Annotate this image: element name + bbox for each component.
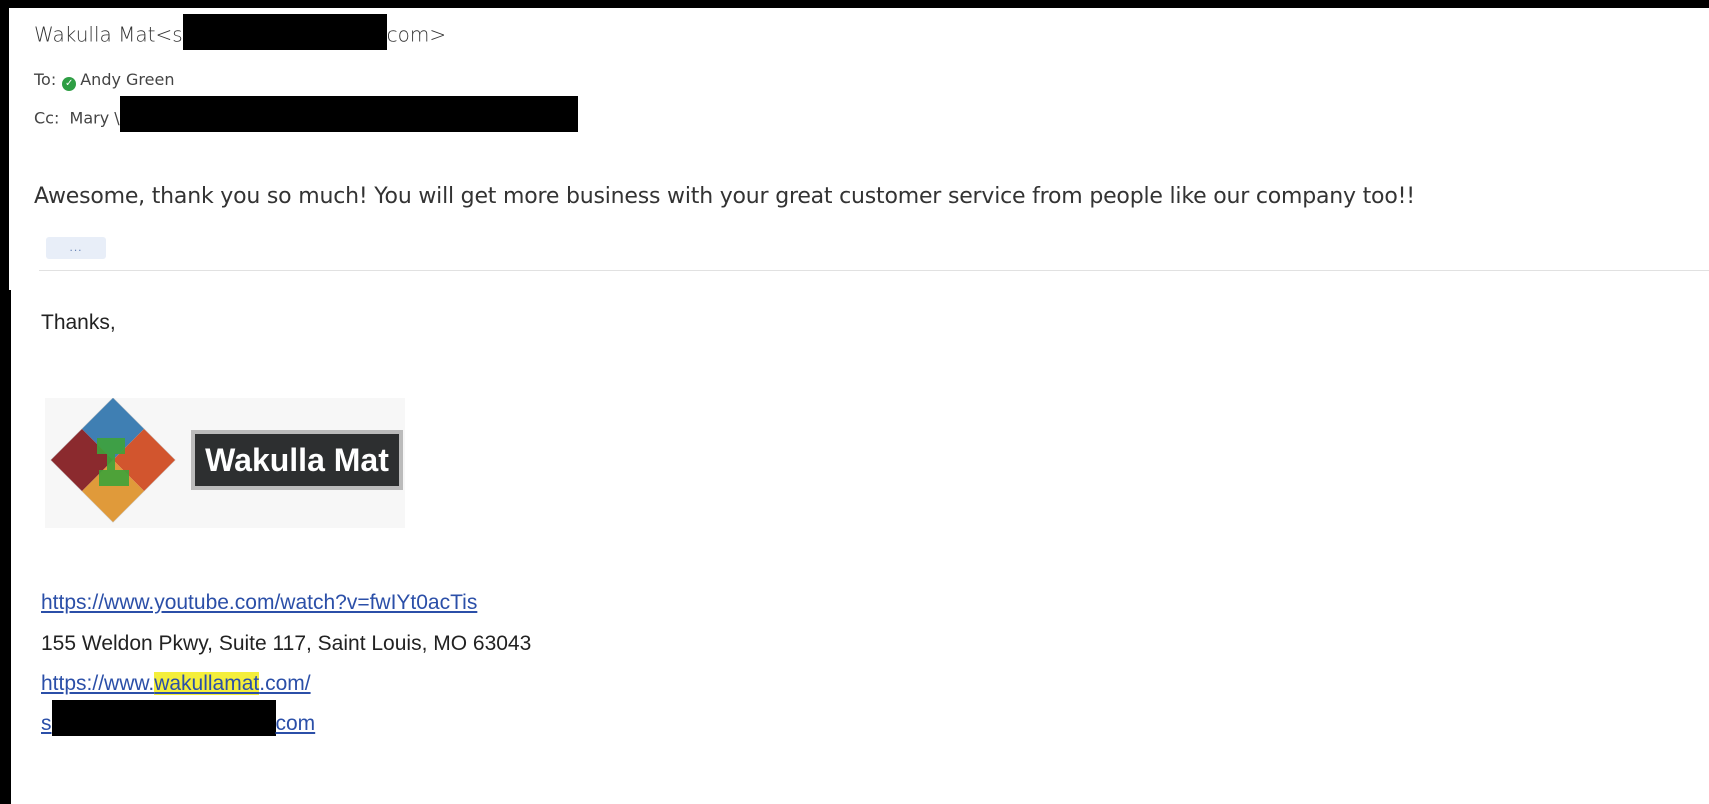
website-link-prefix[interactable]: https://www. [41, 672, 154, 695]
website-link-suffix[interactable]: .com/ [259, 672, 310, 695]
divider [39, 270, 1709, 271]
email-link[interactable]: s com [41, 700, 316, 737]
online-status-icon: ✓ [62, 77, 77, 91]
logo-text: Wakulla Mat [205, 442, 389, 478]
redacted-block [182, 14, 387, 50]
show-quoted-text-button[interactable]: ... [46, 237, 106, 259]
email-reading-pane: Wakulla Mat<s com> To: ✓ Andy Green Cc: Mar… [9, 8, 1709, 804]
email-link-end[interactable]: com [276, 712, 316, 735]
sender-line[interactable]: Wakulla Mat<s com> [34, 14, 447, 50]
cc-line: Cc: Mary \ [34, 96, 578, 132]
redacted-block [51, 700, 276, 737]
to-line: To: ✓ Andy Green [34, 70, 174, 91]
website-link-highlight[interactable]: wakullamat [154, 672, 260, 695]
email-link-start[interactable]: s [41, 712, 52, 735]
sender-email-start: <s [155, 22, 183, 47]
youtube-link-text[interactable]: https://www.youtube.com/watch?v=fwIYt0ac… [41, 591, 477, 614]
sender-name[interactable]: Wakulla Mat [34, 23, 155, 47]
company-address: 155 Weldon Pkwy, Suite 117, Saint Louis,… [41, 632, 532, 655]
youtube-link[interactable]: https://www.youtube.com/watch?v=fwIYt0ac… [41, 591, 477, 615]
to-label: To: [34, 70, 57, 89]
recipient-andy-green[interactable]: Andy Green [80, 70, 174, 89]
company-logo: Wakulla Mat [45, 397, 405, 528]
signature-thanks: Thanks, [41, 311, 116, 334]
cc-label: Cc: [34, 108, 60, 128]
message-body: Awesome, thank you so much! You will get… [34, 184, 1415, 209]
left-edge-border [0, 290, 11, 804]
redacted-block [119, 96, 578, 132]
website-link[interactable]: https://www.wakullamat.com/ [41, 672, 311, 696]
sender-email-end: com> [386, 22, 447, 47]
cc-recipient[interactable]: Mary \ [70, 109, 120, 128]
